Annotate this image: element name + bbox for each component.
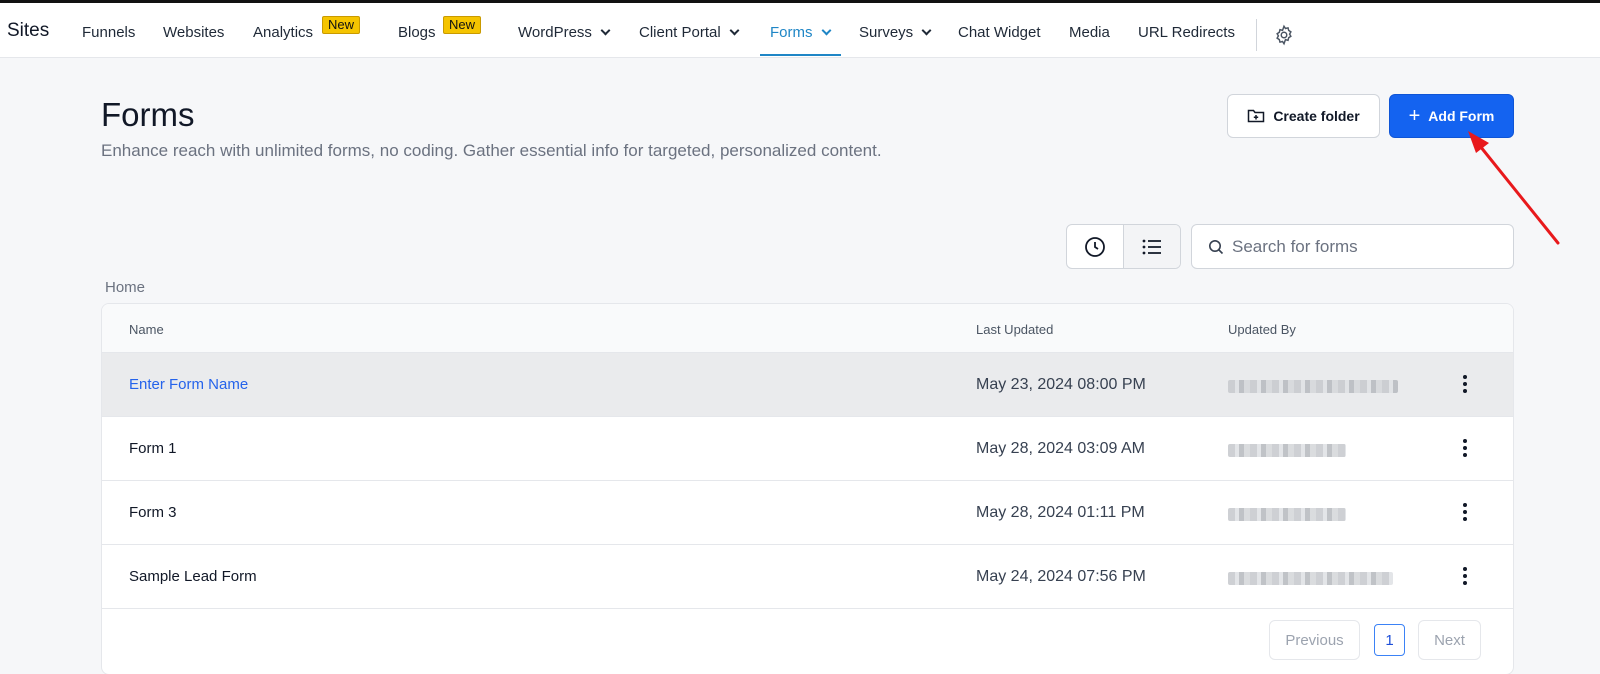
pagination-previous-button[interactable]: Previous bbox=[1269, 620, 1360, 660]
chevron-down-icon bbox=[729, 25, 740, 36]
analytics-new-badge: New bbox=[322, 16, 361, 34]
blogs-new-badge: New bbox=[443, 16, 482, 34]
column-header-name: Name bbox=[129, 322, 164, 337]
clock-icon bbox=[1085, 236, 1105, 257]
nav-item-forms[interactable]: Forms bbox=[770, 24, 831, 41]
last-updated-value: May 28, 2024 01:11 PM bbox=[976, 504, 1145, 521]
search-icon bbox=[1209, 239, 1224, 254]
row-actions-menu-icon[interactable] bbox=[1457, 500, 1473, 524]
nav-item-surveys[interactable]: Surveys bbox=[859, 24, 932, 41]
updated-by-redacted bbox=[1228, 444, 1346, 457]
chevron-down-icon bbox=[821, 25, 831, 36]
page-subtitle: Enhance reach with unlimited forms, no c… bbox=[101, 141, 882, 160]
last-updated-value: May 28, 2024 03:09 AM bbox=[976, 440, 1145, 457]
list-view-button[interactable] bbox=[1123, 225, 1180, 268]
list-icon bbox=[1142, 239, 1161, 254]
nav-item-websites[interactable]: Websites bbox=[163, 24, 224, 41]
column-header-updated-by: Updated By bbox=[1228, 322, 1296, 337]
form-name[interactable]: Form 3 bbox=[129, 504, 177, 521]
nav-item-url-redirects[interactable]: URL Redirects bbox=[1138, 24, 1235, 41]
page-title: Forms bbox=[101, 96, 195, 133]
column-header-last-updated: Last Updated bbox=[976, 322, 1054, 337]
search-box bbox=[1191, 224, 1514, 269]
active-tab-indicator bbox=[760, 54, 841, 56]
create-folder-button[interactable]: Create folder bbox=[1227, 94, 1380, 138]
gear-icon[interactable] bbox=[1273, 24, 1295, 46]
form-name[interactable]: Sample Lead Form bbox=[129, 568, 257, 585]
table-row[interactable]: Sample Lead Form May 24, 2024 07:56 PM bbox=[102, 545, 1513, 609]
table-row[interactable]: Form 3 May 28, 2024 01:11 PM bbox=[102, 481, 1513, 545]
row-actions-menu-icon[interactable] bbox=[1457, 436, 1473, 460]
updated-by-redacted bbox=[1228, 508, 1346, 521]
nav-item-wordpress[interactable]: WordPress bbox=[518, 24, 611, 41]
nav-item-blogs[interactable]: Blogs bbox=[398, 24, 436, 41]
pagination-page-1[interactable]: 1 bbox=[1374, 624, 1405, 656]
chevron-down-icon bbox=[921, 25, 932, 36]
app-title: Sites bbox=[7, 20, 50, 41]
forms-table: Name Last Updated Updated By Enter Form … bbox=[101, 303, 1514, 674]
form-name-link[interactable]: Enter Form Name bbox=[129, 376, 248, 393]
top-navigation-bar: Sites Funnels Websites Analytics New Blo… bbox=[0, 0, 1600, 58]
last-updated-value: May 23, 2024 08:00 PM bbox=[976, 376, 1146, 393]
nav-divider bbox=[1256, 19, 1257, 51]
nav-item-funnels[interactable]: Funnels bbox=[82, 24, 135, 41]
row-actions-menu-icon[interactable] bbox=[1457, 564, 1473, 588]
view-toggle bbox=[1066, 224, 1181, 269]
folder-plus-icon bbox=[1248, 109, 1265, 123]
updated-by-redacted bbox=[1228, 572, 1393, 585]
last-updated-value: May 24, 2024 07:56 PM bbox=[976, 568, 1146, 585]
nav-item-chat-widget[interactable]: Chat Widget bbox=[958, 24, 1041, 41]
nav-item-analytics[interactable]: Analytics bbox=[253, 24, 313, 41]
recent-view-button[interactable] bbox=[1067, 225, 1123, 268]
plus-icon: + bbox=[1408, 105, 1421, 127]
search-input[interactable] bbox=[1232, 236, 1502, 257]
updated-by-redacted bbox=[1228, 380, 1398, 393]
breadcrumb-home[interactable]: Home bbox=[105, 279, 145, 296]
table-row[interactable]: Enter Form Name May 23, 2024 08:00 PM bbox=[102, 353, 1513, 417]
form-name[interactable]: Form 1 bbox=[129, 440, 177, 457]
pagination-next-button[interactable]: Next bbox=[1418, 620, 1481, 660]
add-form-button[interactable]: + Add Form bbox=[1389, 94, 1514, 138]
chevron-down-icon bbox=[600, 25, 611, 36]
table-row[interactable]: Form 1 May 28, 2024 03:09 AM bbox=[102, 417, 1513, 481]
table-header: Name Last Updated Updated By bbox=[102, 304, 1513, 353]
nav-item-client-portal[interactable]: Client Portal bbox=[639, 24, 740, 41]
nav-item-media[interactable]: Media bbox=[1069, 24, 1110, 41]
row-actions-menu-icon[interactable] bbox=[1457, 372, 1473, 396]
